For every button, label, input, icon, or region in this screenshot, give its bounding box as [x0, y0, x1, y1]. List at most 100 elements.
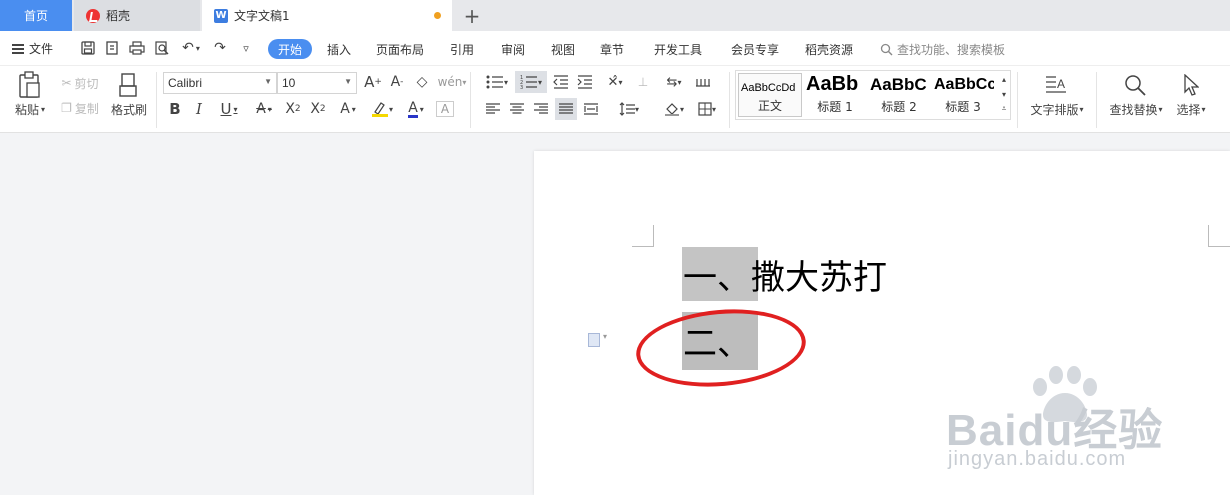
menu-tab-insert[interactable]: 插入	[327, 41, 351, 58]
numbered-list-icon[interactable]: 1 2 3 ▾	[515, 71, 547, 93]
font-color-icon[interactable]: A ▾	[402, 99, 430, 119]
styles-scroll-down-icon[interactable]: ▾	[998, 87, 1010, 101]
style-heading-2-sample: AaBbC	[870, 75, 927, 94]
align-center-icon[interactable]	[507, 99, 527, 119]
menu-tab-daoke-resources[interactable]: 稻壳资源	[805, 41, 853, 58]
baidu-watermark: Baidu经验 jingyan.baidu.com	[940, 366, 1230, 490]
ribbon-separator	[156, 72, 157, 128]
format-painter-icon[interactable]	[115, 70, 141, 100]
tab-home[interactable]: 首页	[0, 0, 72, 31]
menu-tab-chapter[interactable]: 章节	[600, 41, 624, 58]
ribbon-separator	[729, 72, 730, 128]
distribute-icon[interactable]	[581, 99, 601, 119]
find-replace-button[interactable]: 查找替换 ▾	[1104, 100, 1168, 118]
pinyin-guide-icon[interactable]: wén ▾	[438, 73, 467, 91]
shading-icon[interactable]: ▾	[660, 99, 688, 119]
style-heading-1-sample: AaBb	[806, 73, 859, 95]
borders-icon[interactable]: ▾	[693, 99, 721, 119]
find-replace-icon[interactable]	[1122, 72, 1148, 98]
copy-icon: ❐	[61, 101, 72, 115]
shrink-font-icon[interactable]: A-	[388, 73, 406, 91]
export-pdf-icon[interactable]	[104, 39, 120, 57]
align-right-icon[interactable]	[531, 99, 551, 119]
style-normal[interactable]: AaBbCcDd 正文	[738, 73, 802, 117]
text-layout-icon[interactable]: A	[1043, 72, 1069, 98]
text-direction-icon[interactable]: ⊥	[633, 72, 653, 92]
paste-label: 粘贴	[14, 102, 39, 117]
align-left-icon[interactable]	[483, 99, 503, 119]
tab-document[interactable]: W 文字文稿1	[202, 0, 452, 31]
text-layout-label: 文字排版	[1030, 102, 1079, 117]
tab-document-label: 文字文稿1	[234, 9, 290, 23]
chinese-layout-icon[interactable]: ✕̂ ▾	[601, 72, 629, 92]
decrease-indent-icon[interactable]	[551, 72, 571, 92]
text-effect-icon[interactable]: A ▾	[334, 99, 362, 119]
style-heading-2[interactable]: AaBbC 标题 2	[868, 73, 930, 117]
style-heading-1-label: 标题 1	[817, 100, 853, 114]
bold-icon[interactable]: B	[166, 99, 184, 119]
copy-button[interactable]: ❐ 复制	[56, 99, 104, 117]
file-menu-button[interactable]: 文件	[12, 40, 53, 57]
print-icon[interactable]	[128, 39, 146, 57]
paste-button[interactable]: 粘贴 ▾	[10, 100, 50, 118]
style-normal-sample: AaBbCcDd	[741, 82, 796, 94]
customize-toolbar-icon[interactable]: ▿	[238, 39, 254, 57]
style-heading-1[interactable]: AaBb 标题 1	[804, 73, 866, 117]
cut-button[interactable]: ✂ 剪切	[56, 74, 104, 92]
bullet-list-icon[interactable]: ▾	[483, 72, 511, 92]
menu-tab-view[interactable]: 视图	[551, 41, 575, 58]
superscript-icon[interactable]: X2	[283, 99, 303, 119]
menu-tab-references[interactable]: 引用	[450, 41, 474, 58]
format-painter-label[interactable]: 格式刷	[108, 100, 150, 118]
tab-daoke[interactable]: 稻壳	[74, 0, 200, 31]
highlight-color-icon[interactable]: ▾	[368, 99, 396, 119]
grow-font-icon[interactable]: A +	[364, 73, 382, 91]
file-menu-label: 文件	[29, 42, 54, 56]
menu-tab-member[interactable]: 会员专享	[731, 41, 779, 58]
new-tab-button[interactable]: +	[460, 0, 484, 31]
feature-search-placeholder: 查找功能、搜索模板	[897, 43, 1006, 57]
subscript-icon[interactable]: X2	[308, 99, 328, 119]
style-heading-3[interactable]: AaBbCc 标题 3	[932, 73, 994, 117]
styles-scroll-up-icon[interactable]: ▴	[998, 72, 1010, 86]
style-heading-3-sample: AaBbCc	[934, 76, 994, 93]
style-heading-3-label: 标题 3	[945, 100, 981, 114]
menu-tab-developer[interactable]: 开发工具	[654, 41, 702, 58]
style-heading-2-label: 标题 2	[881, 100, 917, 114]
print-preview-icon[interactable]	[154, 39, 170, 57]
select-button[interactable]: 选择 ▾	[1170, 100, 1212, 118]
search-icon	[880, 43, 893, 56]
tab-home-label: 首页	[23, 9, 48, 23]
select-cursor-icon[interactable]	[1178, 72, 1204, 98]
underline-icon[interactable]: U ▾	[214, 99, 244, 119]
menu-tab-review[interactable]: 审阅	[501, 41, 525, 58]
font-name-value: Calibri	[168, 76, 203, 90]
undo-icon[interactable]: ↶ ▾	[178, 39, 204, 57]
font-size-value: 10	[282, 76, 296, 90]
justify-icon[interactable]	[555, 98, 577, 120]
styles-expand-icon[interactable]: ⩡	[998, 102, 1010, 116]
strikethrough-icon[interactable]: A ▾	[250, 99, 278, 119]
clear-format-icon[interactable]: ◇	[413, 73, 431, 91]
paste-icon[interactable]	[14, 70, 44, 100]
character-border-icon[interactable]: A	[436, 101, 454, 117]
feature-search-box[interactable]: 查找功能、搜索模板	[880, 41, 1005, 58]
italic-icon[interactable]: I	[190, 99, 208, 119]
dropdown-arrow-icon: ▼	[264, 77, 272, 86]
styles-gallery: AaBbCcDd 正文 AaBb 标题 1 AaBbC 标题 2 AaBbCc …	[735, 70, 1011, 120]
menu-tab-page-layout[interactable]: 页面布局	[376, 41, 424, 58]
paragraph-options-icon[interactable]	[588, 332, 607, 347]
font-name-select[interactable]: Calibri ▼	[163, 72, 277, 94]
font-size-select[interactable]: 10 ▼	[277, 72, 357, 94]
redo-icon[interactable]: ↷	[212, 39, 228, 57]
sort-icon[interactable]: ⇆ ▾	[660, 72, 688, 92]
document-line-1[interactable]: 一、撒大苏打	[683, 258, 887, 298]
text-layout-button[interactable]: 文字排版 ▾	[1026, 100, 1088, 118]
line-spacing-icon[interactable]: ▾	[614, 99, 644, 119]
save-icon[interactable]	[80, 39, 96, 57]
show-marks-icon[interactable]	[693, 72, 713, 92]
increase-indent-icon[interactable]	[575, 72, 595, 92]
menu-tab-start[interactable]: 开始	[268, 39, 312, 59]
svg-text:A: A	[1057, 77, 1065, 91]
tab-daoke-label: 稻壳	[106, 9, 131, 23]
